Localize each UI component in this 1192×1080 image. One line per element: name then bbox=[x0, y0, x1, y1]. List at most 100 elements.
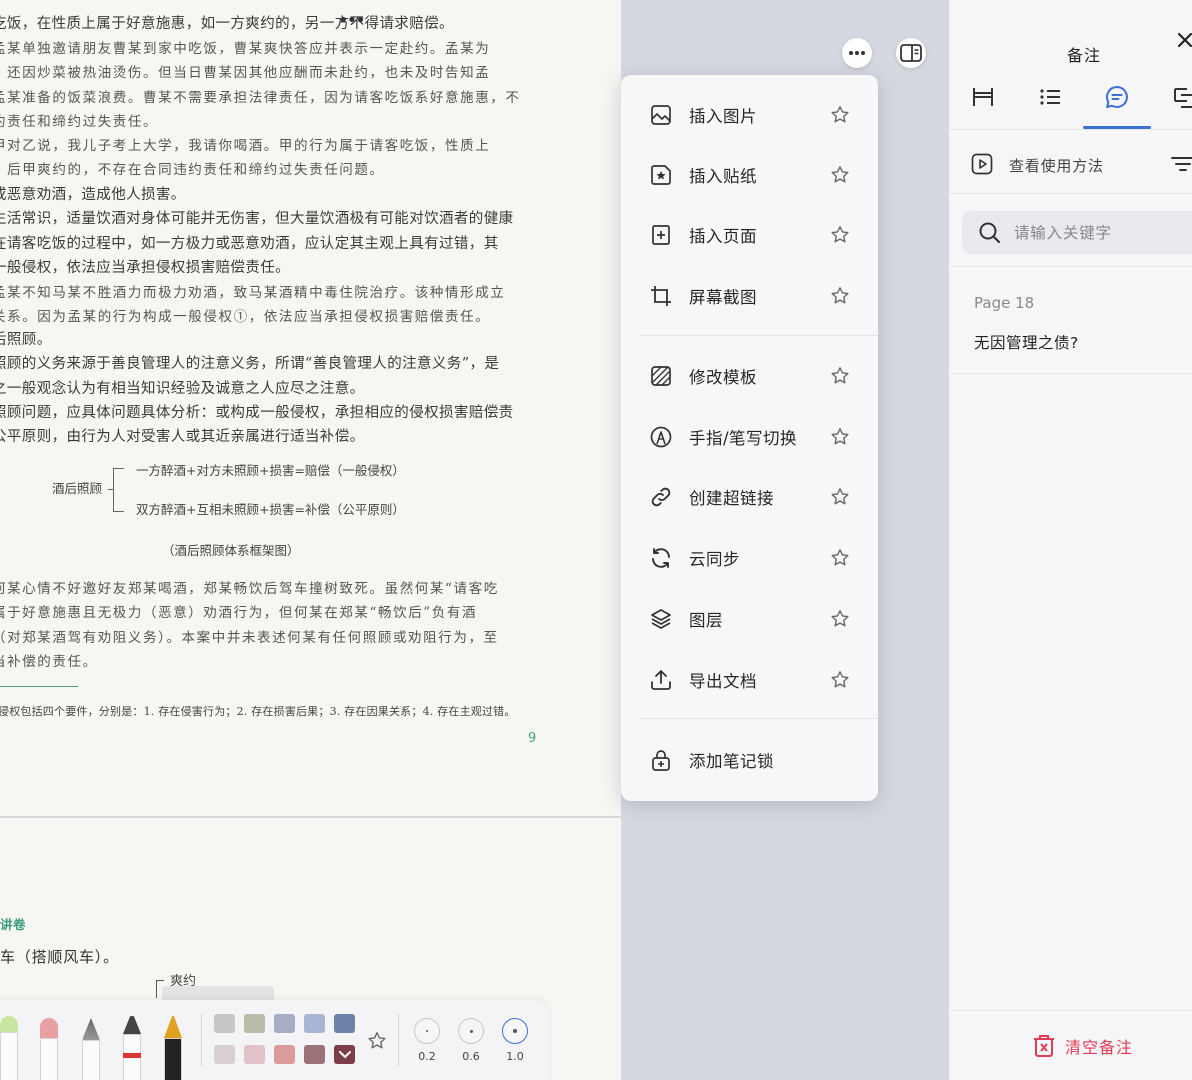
doc-paragraph: 或恶意劝酒，造成他人损害。 生活常识，适量饮酒对身体可能并无伤害，但大量饮酒极有… bbox=[0, 187, 514, 276]
crop-icon bbox=[651, 286, 671, 306]
doc-handwritten-paragraph: 孟某单独邀请朋友曹某到家中吃饭，曹某爽快答应并表示一定赴约。孟某为 ，还因炒菜被… bbox=[0, 41, 521, 130]
menu-item-create-link[interactable]: 创建超链接 bbox=[621, 473, 878, 521]
doc-paragraph: 吃饭，在性质上属于好意施惠，如一方爽约的，另一方不得请求赔偿。 bbox=[0, 16, 454, 32]
tab-divider bbox=[949, 129, 1192, 130]
trash-icon bbox=[1034, 1035, 1054, 1057]
star-icon[interactable] bbox=[829, 285, 851, 307]
outline-icon[interactable] bbox=[1172, 84, 1192, 110]
star-icon[interactable] bbox=[829, 164, 851, 186]
size-label: 0.6 bbox=[462, 1050, 480, 1063]
section-divider bbox=[949, 193, 1192, 194]
more-options-menu: 插入图片 插入贴纸 插入页面 屏幕截图 修改模板 手指/笔写切换 创建超链接 云… bbox=[621, 75, 878, 801]
size-label: 0.2 bbox=[418, 1050, 436, 1063]
color-swatch[interactable] bbox=[244, 1045, 265, 1064]
page-number: 9 bbox=[528, 731, 537, 746]
play-icon[interactable] bbox=[971, 153, 993, 175]
sidebar-title: 备注 bbox=[1067, 46, 1102, 65]
menu-item-label: 图层 bbox=[689, 611, 723, 630]
star-icon[interactable] bbox=[829, 426, 851, 448]
pencil-tool[interactable] bbox=[82, 1018, 100, 1080]
star-icon[interactable] bbox=[829, 486, 851, 508]
color-swatch[interactable] bbox=[274, 1045, 295, 1064]
highlighter-tool[interactable] bbox=[0, 1016, 18, 1080]
more-colors-button[interactable] bbox=[334, 1045, 355, 1064]
size-option-1-0[interactable] bbox=[502, 1018, 528, 1044]
search-input[interactable] bbox=[1014, 219, 1192, 247]
menu-item-label: 导出文档 bbox=[689, 672, 757, 691]
clear-notes-label: 清空备注 bbox=[1065, 1038, 1134, 1057]
close-icon[interactable] bbox=[1175, 30, 1192, 50]
sidebar-panel-icon bbox=[900, 44, 922, 62]
doc-handwritten-paragraph: 孟某不知马某不胜酒力而极力劝酒，致马某酒精中毒住院治疗。该种情形成立 关系。因为… bbox=[0, 285, 506, 326]
color-swatch[interactable] bbox=[274, 1014, 295, 1033]
sticker-icon bbox=[651, 165, 671, 185]
star-icon[interactable] bbox=[829, 547, 851, 569]
notes-search bbox=[962, 211, 1192, 254]
list-icon[interactable] bbox=[1037, 84, 1063, 110]
menu-item-label: 修改模板 bbox=[689, 368, 757, 387]
doc-handwritten-paragraph: 甲对乙说，我儿子考上大学，我请你喝酒。甲的行为属于请客吃饭，性质上 。后甲爽约的… bbox=[0, 138, 491, 179]
image-icon bbox=[651, 105, 671, 125]
footnote-rule bbox=[0, 686, 78, 687]
doc-paragraph: 后照顾。 照顾的义务来源于善良管理人的注意义务，所谓“善良管理人的注意义务”，是… bbox=[0, 332, 514, 446]
star-icon[interactable] bbox=[829, 104, 851, 126]
size-option-0-2[interactable] bbox=[414, 1018, 440, 1044]
diagram-caption: （酒后照顾体系框架图） bbox=[162, 543, 300, 558]
view-usage-link[interactable]: 查看使用方法 bbox=[1009, 155, 1104, 176]
pen-tool[interactable] bbox=[123, 1016, 141, 1080]
size-option-0-6[interactable] bbox=[458, 1018, 484, 1044]
lock-icon bbox=[652, 750, 670, 771]
menu-item-insert-page[interactable]: 插入页面 bbox=[621, 211, 878, 259]
menu-item-layers[interactable]: 图层 bbox=[621, 595, 878, 643]
menu-divider bbox=[641, 718, 878, 719]
menu-item-insert-sticker[interactable]: 插入贴纸 bbox=[621, 151, 878, 199]
menu-item-label: 添加笔记锁 bbox=[689, 752, 774, 771]
color-swatch[interactable] bbox=[334, 1014, 355, 1033]
diagram-branch-b: 双方醉酒+互相未照顾+损害=补偿（公平原则） bbox=[136, 502, 405, 517]
add-page-icon bbox=[652, 225, 670, 245]
star-icon[interactable] bbox=[829, 224, 851, 246]
star-icon[interactable] bbox=[829, 365, 851, 387]
doc-handwritten-paragraph: 何某心情不好邀好友郑某喝酒，郑某畅饮后驾车撞树致死。虽然何某“请客吃 属于好意施… bbox=[0, 581, 499, 670]
next-page-line: 车（搭顺风车）。 bbox=[0, 948, 119, 966]
color-swatch[interactable] bbox=[214, 1014, 235, 1033]
favorite-star-icon[interactable] bbox=[366, 1030, 388, 1052]
color-swatch[interactable] bbox=[214, 1045, 235, 1064]
menu-item-cloud-sync[interactable]: 云同步 bbox=[621, 534, 878, 582]
color-swatch[interactable] bbox=[304, 1014, 325, 1033]
document-page[interactable]: ••• 吃饭，在性质上属于好意施惠，如一方爽约的，另一方不得请求赔偿。 孟某单独… bbox=[0, 0, 621, 1080]
pen-toolbar bbox=[0, 1000, 549, 1080]
menu-item-label: 云同步 bbox=[689, 550, 740, 569]
next-page-heading: 讲卷 bbox=[0, 917, 27, 932]
menu-item-screenshot[interactable]: 屏幕截图 bbox=[621, 272, 878, 320]
template-icon bbox=[651, 366, 671, 386]
star-icon[interactable] bbox=[829, 608, 851, 630]
clear-notes-button[interactable]: 清空备注 bbox=[1031, 1032, 1133, 1060]
chevron-down-icon bbox=[338, 1050, 351, 1058]
note-divider bbox=[949, 373, 1192, 374]
eraser-tool[interactable] bbox=[40, 1018, 58, 1080]
page-divider bbox=[0, 816, 621, 818]
menu-item-add-lock[interactable]: 添加笔记锁 bbox=[621, 736, 878, 784]
more-dots-icon bbox=[849, 51, 865, 55]
toggle-sidebar-button[interactable] bbox=[896, 38, 926, 68]
link-icon bbox=[651, 487, 671, 507]
footer-divider bbox=[949, 1010, 1192, 1011]
sync-icon bbox=[652, 548, 670, 568]
search-icon bbox=[979, 222, 1001, 244]
menu-item-export[interactable]: 导出文档 bbox=[621, 656, 878, 704]
export-icon bbox=[651, 670, 671, 690]
diagram-root-label: 酒后照顾 bbox=[52, 481, 103, 496]
more-options-button[interactable] bbox=[842, 38, 872, 68]
menu-item-edit-template[interactable]: 修改模板 bbox=[621, 352, 878, 400]
bookmark-icon[interactable] bbox=[970, 84, 996, 110]
comment-icon[interactable] bbox=[1104, 84, 1130, 110]
color-swatch[interactable] bbox=[244, 1014, 265, 1033]
star-icon[interactable] bbox=[829, 669, 851, 691]
filter-icon[interactable] bbox=[1171, 155, 1192, 173]
notes-sidebar: 备注 查看使用方法 Page 18 无因管理之债? 清空备注 bbox=[949, 0, 1192, 1080]
menu-item-finger-pen-switch[interactable]: 手指/笔写切换 bbox=[621, 413, 878, 461]
menu-item-insert-image[interactable]: 插入图片 bbox=[621, 91, 878, 139]
color-swatch[interactable] bbox=[304, 1045, 325, 1064]
fountain-pen-tool[interactable] bbox=[164, 1016, 182, 1080]
